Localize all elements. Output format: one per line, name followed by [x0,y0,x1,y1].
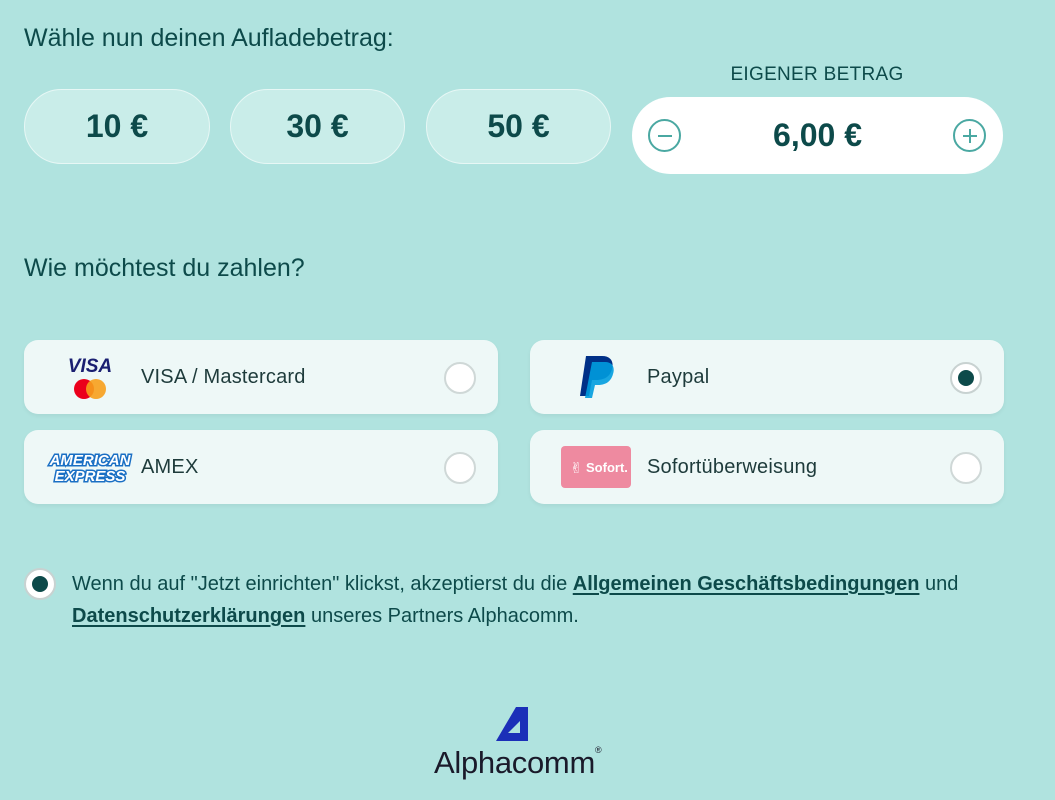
payment-heading: Wie möchtest du zahlen? [24,254,305,282]
sofort-logo: ✌ Sofort. [546,430,646,504]
svg-text:✌: ✌ [570,459,583,477]
svg-text:VISA: VISA [68,356,112,377]
privacy-link[interactable]: Datenschutzerklärungen [72,605,305,627]
alphacomm-wordmark: Alphacomm® [434,745,602,780]
custom-amount-label: EIGENER BETRAG [730,64,904,85]
consent-radio[interactable] [24,568,56,600]
alphacomm-mark-icon [496,707,528,741]
custom-amount-value[interactable]: 6,00 € [773,117,862,154]
consent-text: Wenn du auf "Jetzt einrichten" klickst, … [72,568,1032,632]
paypal-logo [546,340,646,414]
payment-option-label: AMEX [141,456,199,478]
plus-icon[interactable] [953,119,986,152]
payment-option-amex[interactable]: AMERICAN EXPRESS AMEX [24,430,498,504]
consent-text-middle: und [919,573,959,595]
payment-option-label: Paypal [647,366,710,388]
visa-mastercard-logo: VISA [40,340,140,414]
terms-link[interactable]: Allgemeinen Geschäftsbedingungen [573,573,920,595]
payment-radio-amex[interactable] [444,452,476,484]
payment-radio-paypal[interactable] [950,362,982,394]
consent-text-after: unseres Partners Alphacomm. [305,605,579,627]
amount-50-button[interactable]: 50 € [426,89,611,164]
svg-text:AMERICAN: AMERICAN [49,452,132,469]
svg-text:EXPRESS: EXPRESS [55,468,126,485]
payment-option-paypal[interactable]: Paypal [530,340,1004,414]
consent-text-before: Wenn du auf "Jetzt einrichten" klickst, … [72,573,573,595]
payment-option-visa-mastercard[interactable]: VISA VISA / Mastercard [24,340,498,414]
minus-icon[interactable] [648,119,681,152]
payment-option-label: Sofortüberweisung [647,456,818,478]
payment-option-label: VISA / Mastercard [141,366,306,388]
alphacomm-logo: Alphacomm® [434,705,602,785]
amount-10-button[interactable]: 10 € [24,89,210,164]
payment-option-sofort[interactable]: ✌ Sofort. Sofortüberweisung [530,430,1004,504]
amount-30-button[interactable]: 30 € [230,89,405,164]
custom-amount-stepper: 6,00 € [632,97,1003,174]
amex-logo: AMERICAN EXPRESS [40,430,140,504]
svg-text:Sofort.: Sofort. [586,460,628,475]
amount-heading: Wähle nun deinen Aufladebetrag: [24,24,394,52]
payment-radio-visa[interactable] [444,362,476,394]
payment-radio-sofort[interactable] [950,452,982,484]
